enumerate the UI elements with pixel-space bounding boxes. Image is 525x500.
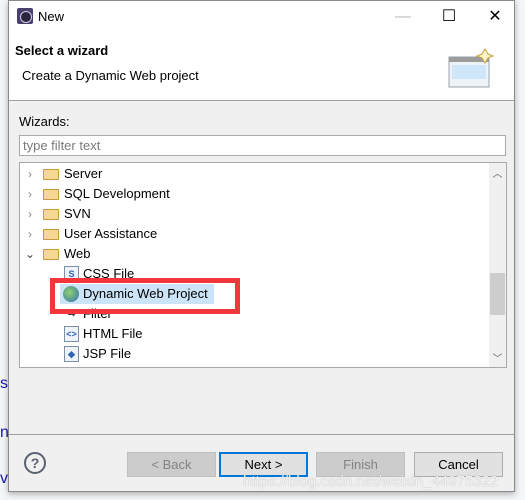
html-file-icon: <> — [64, 326, 79, 342]
chevron-right-icon[interactable]: › — [25, 224, 35, 244]
tree-item-label: User Assistance — [64, 226, 158, 241]
folder-icon — [43, 189, 59, 200]
scroll-up-icon[interactable]: ︿ — [489, 165, 506, 180]
tree-item-label: HTML File — [83, 326, 143, 341]
background-text: v — [0, 470, 8, 487]
tree-item-label: SQL Development — [64, 186, 170, 201]
wizard-tree[interactable]: › Server › SQL Development › SVN › User Assi… — [19, 162, 507, 368]
wizard-banner-icon — [448, 48, 495, 88]
wizard-header: Select a wizard Create a Dynamic Web pro… — [9, 32, 514, 101]
chevron-down-icon[interactable]: ⌄ — [25, 244, 35, 264]
chevron-right-icon[interactable]: › — [25, 184, 35, 204]
folder-icon — [43, 169, 59, 180]
tree-item-jsp-file[interactable]: ◆ JSP File — [64, 344, 264, 364]
chevron-right-icon[interactable]: › — [25, 204, 35, 224]
divider — [9, 434, 514, 435]
jsp-file-icon: ◆ — [64, 346, 79, 362]
back-button[interactable]: < Back — [127, 452, 216, 477]
folder-icon — [43, 229, 59, 240]
tree-item-label: Server — [64, 166, 103, 181]
background-text: s — [0, 375, 8, 392]
help-icon[interactable]: ? — [24, 452, 46, 474]
title-bar: New — ☐ ✕ — [9, 1, 514, 32]
window-title: New — [38, 9, 65, 24]
tree-item-html-file[interactable]: <> HTML File — [64, 324, 264, 344]
minimize-icon[interactable]: — — [380, 1, 426, 32]
tree-item-label: JSP File — [83, 346, 132, 361]
eclipse-app-icon — [17, 8, 33, 24]
folder-icon — [43, 249, 59, 260]
watermark: https://blog.csdn.net/weixin_44975322 — [243, 473, 499, 490]
new-wizard-dialog: New — ☐ ✕ Select a wizard Create a Dynam… — [8, 0, 515, 492]
chevron-right-icon[interactable]: › — [25, 164, 35, 184]
page-description: Create a Dynamic Web project — [22, 68, 199, 83]
close-icon[interactable]: ✕ — [472, 1, 518, 32]
filter-input[interactable] — [19, 135, 506, 156]
tree-item-label: Web — [64, 246, 91, 261]
tree-scrollbar[interactable]: ︿ ﹀ — [489, 163, 506, 367]
tree-item-label: SVN — [64, 206, 91, 221]
scrollbar-thumb[interactable] — [490, 273, 505, 315]
highlight-annotation — [50, 278, 240, 314]
folder-icon — [43, 209, 59, 220]
page-title: Select a wizard — [15, 43, 109, 58]
wizards-label: Wizards: — [19, 114, 70, 129]
maximize-icon[interactable]: ☐ — [426, 1, 472, 32]
scroll-down-icon[interactable]: ﹀ — [489, 350, 506, 365]
